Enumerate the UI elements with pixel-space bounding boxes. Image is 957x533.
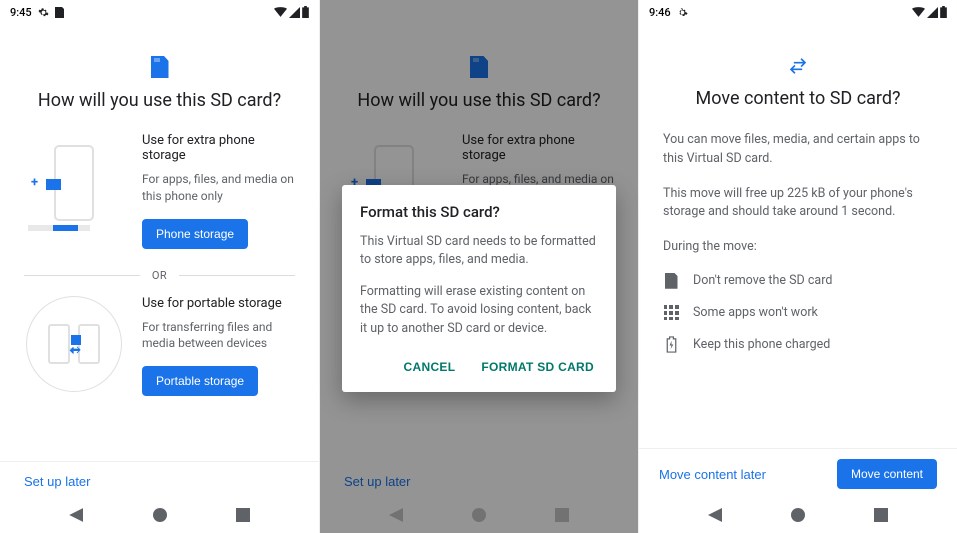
- battery-icon: [940, 6, 947, 18]
- nav-bar: [0, 497, 319, 533]
- signal-icon: [927, 7, 938, 18]
- list-item-label: Some apps won't work: [693, 305, 818, 320]
- option-portable-storage: Use for portable storage For transferrin…: [24, 296, 295, 397]
- nav-back-icon[interactable]: [69, 508, 83, 522]
- cancel-button[interactable]: CANCEL: [400, 352, 460, 382]
- battery-icon: [302, 6, 309, 18]
- sd-card-status-icon: [55, 7, 64, 18]
- dialog-text: Formatting will erase existing content o…: [360, 283, 598, 337]
- portable-storage-button[interactable]: Portable storage: [142, 366, 258, 396]
- status-bar: 9:46: [639, 0, 957, 24]
- body-text: This move will free up 225 kB of your ph…: [663, 185, 933, 223]
- body-text: During the move:: [663, 238, 933, 257]
- set-up-later-link[interactable]: Set up later: [24, 474, 91, 489]
- nav-home-icon[interactable]: [791, 508, 805, 522]
- move-content-later-link[interactable]: Move content later: [659, 467, 766, 482]
- dialog-text: This Virtual SD card needs to be formatt…: [360, 233, 598, 269]
- option-title: Use for portable storage: [142, 296, 295, 311]
- signal-icon: [289, 7, 300, 18]
- list-item: Don't remove the SD card: [663, 273, 933, 289]
- move-content-button[interactable]: Move content: [837, 459, 937, 489]
- portable-storage-illustration: [24, 296, 124, 397]
- list-item: Some apps won't work: [663, 305, 933, 321]
- list-item: Keep this phone charged: [663, 337, 933, 353]
- nav-recent-icon[interactable]: [236, 508, 250, 522]
- format-dialog: Format this SD card? This Virtual SD car…: [342, 185, 616, 392]
- list-item-label: Keep this phone charged: [693, 337, 830, 352]
- phone-storage-button[interactable]: Phone storage: [142, 219, 248, 249]
- or-divider: OR: [24, 269, 295, 282]
- nav-bar: [639, 497, 957, 533]
- transfer-icon: [788, 56, 808, 76]
- gear-icon: [38, 7, 49, 18]
- nav-back-icon[interactable]: [708, 508, 722, 522]
- page-title: How will you use this SD card?: [24, 90, 295, 111]
- status-bar: 9:45: [0, 0, 319, 24]
- phone-storage-illustration: +: [24, 133, 124, 249]
- wifi-icon: [912, 7, 925, 17]
- sd-card-icon: [663, 273, 679, 289]
- screen-sd-setup: 9:45 How will you use this SD card? +: [0, 0, 319, 533]
- format-sd-card-button[interactable]: FORMAT SD CARD: [477, 352, 598, 382]
- apps-grid-icon: [663, 305, 679, 321]
- screen-format-dialog: 9:45 How will you use this SD card? + Us…: [319, 0, 638, 533]
- status-time: 9:45: [10, 6, 32, 19]
- status-time: 9:46: [649, 6, 671, 19]
- page-title: Move content to SD card?: [663, 88, 933, 109]
- option-title: Use for extra phone storage: [142, 133, 295, 163]
- nav-home-icon[interactable]: [153, 508, 167, 522]
- nav-recent-icon[interactable]: [874, 508, 888, 522]
- wifi-icon: [274, 7, 287, 17]
- body-text: You can move files, media, and certain a…: [663, 131, 933, 169]
- option-description: For apps, files, and media on this phone…: [142, 171, 295, 205]
- screen-move-content: 9:46 Move content to SD card? You can mo…: [638, 0, 957, 533]
- dialog-title: Format this SD card?: [360, 203, 598, 221]
- list-item-label: Don't remove the SD card: [693, 273, 832, 288]
- option-description: For transferring files and media between…: [142, 319, 295, 353]
- option-phone-storage: + Use for extra phone storage For apps, …: [24, 133, 295, 249]
- gear-icon: [677, 7, 688, 18]
- or-label: OR: [152, 269, 167, 282]
- sd-card-icon: [151, 56, 169, 78]
- battery-charging-icon: [663, 337, 679, 353]
